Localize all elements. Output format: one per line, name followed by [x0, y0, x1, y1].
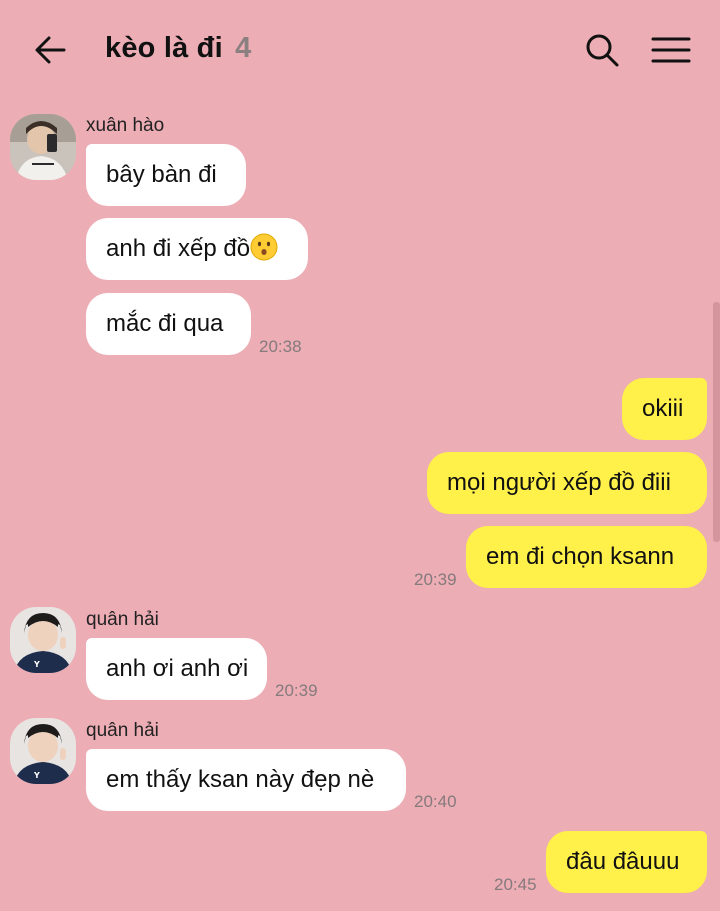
avatar-xuan-hao[interactable]: [10, 114, 76, 180]
message-text: anh ơi anh ơi: [106, 655, 249, 682]
message-timestamp: 20:40: [414, 792, 457, 811]
message-text: anh đi xếp đồ: [106, 235, 251, 262]
sender-name: xuân hào: [86, 115, 165, 136]
hamburger-menu-icon[interactable]: [650, 30, 692, 70]
chat-title: kèo là đi 4: [105, 32, 251, 65]
chat-header: kèo là đi 4: [0, 0, 720, 100]
member-count: 4: [235, 32, 252, 64]
message-text: bây bàn đi: [106, 161, 217, 188]
message-bubble[interactable]: anh ơi anh ơi: [86, 638, 267, 700]
chat-title-text: kèo là đi: [105, 32, 223, 64]
kissing-face-emoji-icon: [250, 233, 278, 261]
message-bubble[interactable]: em đi chọn ksann: [466, 526, 707, 588]
message-text: em đi chọn ksann: [486, 543, 675, 570]
avatar-photo: Y: [10, 607, 76, 673]
avatar-quan-hai[interactable]: Y: [10, 607, 76, 673]
message-text: em thấy ksan này đẹp nè: [106, 766, 375, 793]
arrow-left-icon[interactable]: [30, 30, 70, 70]
message-timestamp: 20:39: [414, 570, 457, 589]
svg-text:Y: Y: [33, 771, 40, 780]
svg-text:Y: Y: [33, 660, 40, 669]
message-bubble[interactable]: đâu đâuuu: [546, 831, 707, 893]
message-timestamp: 20:45: [494, 875, 537, 894]
message-timestamp: 20:38: [259, 337, 302, 356]
message-text: okiii: [642, 395, 684, 422]
message-bubble[interactable]: em thấy ksan này đẹp nè: [86, 749, 406, 811]
message-text: mọi người xếp đồ điii: [447, 469, 671, 496]
avatar-quan-hai[interactable]: Y: [10, 718, 76, 784]
message-bubble[interactable]: anh đi xếp đồ: [86, 218, 308, 280]
search-icon[interactable]: [582, 30, 622, 70]
sender-name: quân hải: [86, 609, 159, 630]
message-text: mắc đi qua: [106, 310, 224, 337]
sender-name: quân hải: [86, 720, 159, 741]
message-bubble[interactable]: bây bàn đi: [86, 144, 246, 206]
avatar-photo: Y: [10, 718, 76, 784]
message-text: đâu đâuuu: [566, 848, 680, 875]
avatar-photo: [10, 114, 76, 180]
message-bubble[interactable]: mọi người xếp đồ điii: [427, 452, 707, 514]
message-bubble[interactable]: okiii: [622, 378, 707, 440]
scrollbar-thumb[interactable]: [713, 302, 720, 542]
message-timestamp: 20:39: [275, 681, 318, 700]
message-bubble[interactable]: mắc đi qua: [86, 293, 251, 355]
